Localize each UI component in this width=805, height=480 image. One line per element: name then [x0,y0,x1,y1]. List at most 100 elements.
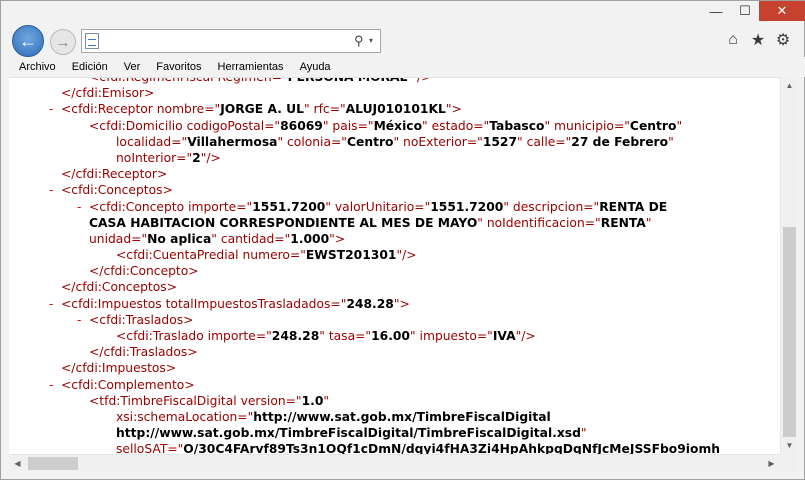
xml-attribute-name: Regimen=" [217,77,288,84]
menu-ayuda[interactable]: Ayuda [292,61,339,73]
xml-line: CASA HABITACION CORRESPONDIENTE AL MES D… [9,215,780,231]
xml-attribute-name: " noIdentificacion=" [477,215,601,230]
xml-line: - <cfdi:Concepto importe="1551.7200" valo… [9,199,780,215]
xml-tag: <cfdi:CuentaPredial [116,248,243,263]
vertical-scrollbar[interactable]: ▲ ▼ [780,77,797,454]
xml-attribute-name: totalImpuestosTrasladados=" [165,296,347,311]
collapse-toggle[interactable]: - [49,182,53,198]
xml-tag: </cfdi:Receptor> [61,167,168,182]
search-icon[interactable]: ⚲ [354,33,364,49]
xml-line: noInterior="2"/> [9,150,780,166]
xml-tag: > [399,296,410,311]
xml-tag: <cfdi:Receptor [61,102,157,117]
xml-line: unidad="No aplica" cantidad="1.000"> [9,231,780,247]
xml-attribute-name: " rfc=" [303,102,346,117]
xml-tag: </cfdi:Conceptos> [61,280,177,295]
xml-attribute-name: " descripcion=" [503,199,600,214]
back-button[interactable]: ← [12,25,44,57]
collapse-toggle[interactable]: - [49,101,53,117]
scroll-right-icon[interactable]: ▶ [763,455,780,472]
xml-tag: <cfdi:Impuestos [61,296,166,311]
xml-attribute-name: " calle=" [517,134,572,149]
vertical-scroll-thumb[interactable] [783,227,796,437]
menu-herramientas[interactable]: Herramientas [210,61,292,73]
page-icon [85,33,99,49]
xml-tag: </cfdi:Concepto> [89,264,199,279]
xml-attribute-value: CASA HABITACION CORRESPONDIENTE AL MES D… [89,215,478,230]
xml-tag: <cfdi:Conceptos> [61,183,173,198]
chevron-down-icon[interactable]: ▾ [369,36,373,45]
address-bar[interactable]: ⚲ ▾ [81,29,381,53]
xml-tag: > [334,231,346,246]
xml-attribute-name: noInterior=" [116,150,193,165]
favorites-star-icon[interactable]: ★ [747,29,769,51]
xml-attribute-value: http://www.sat.gob.mx/TimbreFiscalDigita… [253,409,551,424]
xml-tag: <tfd:TimbreFiscalDigital [89,393,241,408]
xml-attribute-value: 86069 [280,118,323,133]
xml-attribute-name: " impuesto=" [409,329,493,343]
xml-line: localidad="Villahermosa" colonia="Centro… [9,134,780,150]
xml-attribute-name: nombre=" [156,102,221,117]
collapse-toggle[interactable]: - [77,312,81,328]
xml-attribute-name: codigoPostal=" [186,118,281,133]
tab-strip [382,29,708,53]
collapse-toggle[interactable]: - [49,296,53,312]
xml-line: selloSAT="O/30C4FArvf89Ts3n1OQf1cDmN/dqy… [9,441,780,454]
xml-attribute-value: RENTA [600,215,646,230]
xml-attribute-name: " [676,118,683,133]
xml-line: </cfdi:Traslados> [9,344,780,360]
xml-line: </cfdi:Concepto> [9,263,780,279]
horizontal-scrollbar[interactable]: ◀ ▶ [9,454,780,471]
xml-attribute-name: localidad=" [116,134,188,149]
back-arrow-icon: ← [19,30,37,51]
xml-attribute-value: No aplica [147,231,212,246]
collapse-toggle[interactable]: - [49,377,53,393]
xml-attribute-name: " [668,134,674,149]
xml-tag: /> [521,329,536,343]
xml-tag: > [451,102,462,117]
xml-line: xsi:schemaLocation="http://www.sat.gob.m… [9,409,780,425]
xml-attribute-name: " colonia=" [277,134,347,149]
menu-edicion[interactable]: Edición [64,61,116,73]
xml-attribute-value: Centro [629,118,677,133]
menu-favoritos[interactable]: Favoritos [148,61,209,73]
horizontal-scroll-thumb[interactable] [28,457,78,470]
xml-line: <cfdi:Domicilio codigoPostal="86069" pai… [9,118,780,134]
xml-attribute-value: México [373,118,423,133]
xml-attribute-name: xsi:schemaLocation=" [116,409,254,424]
xml-tag: /> [402,248,417,263]
xml-attribute-name: " valorUnitario=" [325,199,431,214]
xml-tag: <cfdi:Complemento> [61,377,195,392]
xml-line: - <cfdi:Traslados> [9,312,780,328]
xml-attribute-value: 27 de Febrero [571,134,669,149]
xml-attribute-value: http://www.sat.gob.mx/TimbreFiscalDigita… [116,426,581,441]
scroll-up-icon[interactable]: ▲ [781,77,798,94]
xml-attribute-name: version=" [240,393,302,408]
xml-line: </cfdi:Impuestos> [9,360,780,376]
maximize-button[interactable]: ☐ [731,1,759,21]
xml-line: - <cfdi:Conceptos> [9,182,780,198]
xml-attribute-value: 16.00 [371,329,410,343]
xml-attribute-value: 1527 [482,134,518,149]
minimize-button[interactable]: — [701,1,731,21]
home-icon[interactable]: ⌂ [722,29,744,51]
xml-attribute-value: 1.0 [301,393,324,408]
xml-tag: </cfdi:Traslados> [89,345,198,360]
menu-archivo[interactable]: Archivo [11,61,64,73]
forward-button[interactable]: → [50,29,76,55]
xml-attribute-name: " estado=" [422,118,490,133]
xml-tag: <cfdi:Traslados> [89,312,194,327]
xml-tag: <cfdi:Concepto [89,199,189,214]
close-button[interactable]: ✕ [759,1,805,21]
scroll-down-icon[interactable]: ▼ [781,437,798,454]
xml-attribute-name: unidad=" [89,231,148,246]
xml-line: <tfd:TimbreFiscalDigital version="1.0" [9,393,780,409]
scroll-left-icon[interactable]: ◀ [9,455,26,472]
xml-line: - <cfdi:Impuestos totalImpuestosTrasladad… [9,296,780,312]
xml-line: <cfdi:Traslado importe="248.28" tasa="16… [9,328,780,344]
collapse-toggle[interactable]: - [77,199,81,215]
xml-attribute-name: " cantidad=" [211,231,291,246]
menu-ver[interactable]: Ver [116,61,149,73]
gear-icon[interactable]: ⚙ [772,29,794,51]
xml-tag: </cfdi:Impuestos> [61,361,177,376]
